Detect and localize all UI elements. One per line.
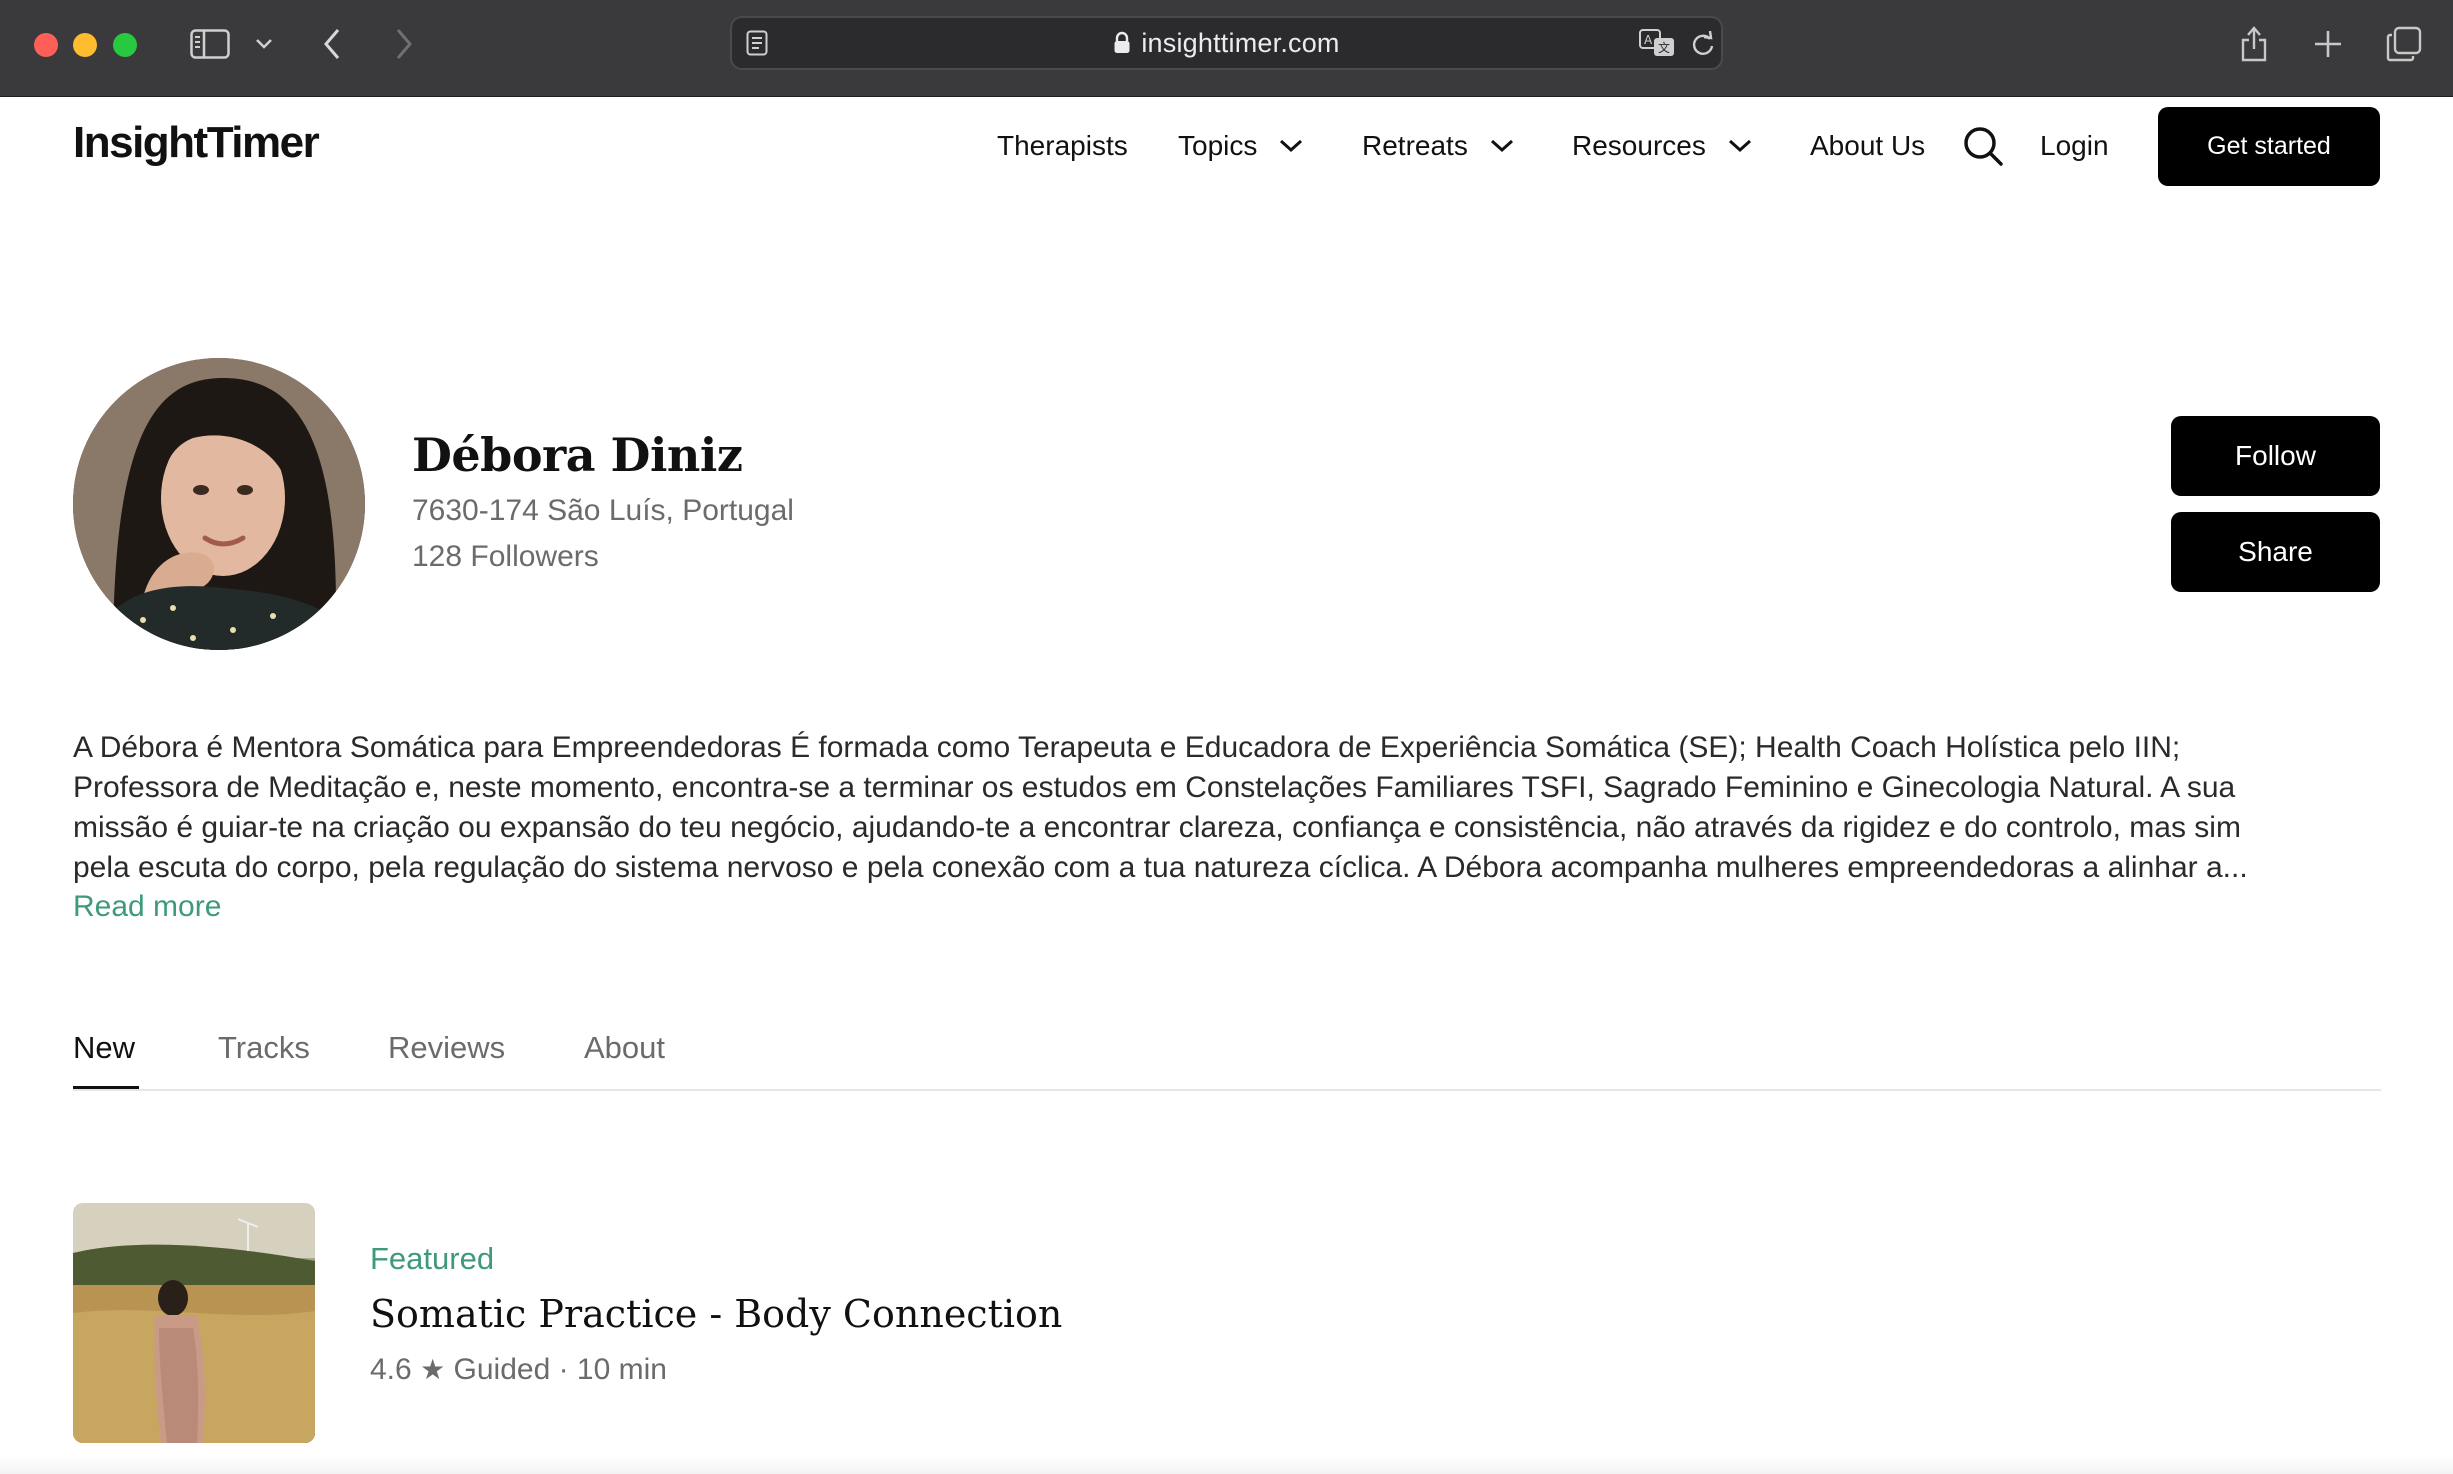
track-type-duration: Guided · 10 min (453, 1353, 667, 1386)
reload-icon[interactable] (1690, 30, 1716, 62)
lock-icon (1114, 31, 1130, 53)
track-featured-badge: Featured (370, 1241, 495, 1276)
tab-tracks-label: Tracks (218, 1030, 310, 1065)
avatar-image (73, 358, 365, 650)
sidebar-toggle-icon[interactable] (188, 22, 232, 66)
nav-about-us-label: About Us (1810, 130, 1926, 161)
chevron-down-icon[interactable] (252, 22, 276, 66)
track-title[interactable]: Somatic Practice - Body Connection (370, 1292, 1062, 1336)
profile-bio: A Débora é Mentora Somática para Empreen… (73, 728, 2383, 888)
nav-resources[interactable]: Resources (1572, 124, 1752, 168)
bio-line: Professora de Meditação e, neste momento… (73, 771, 2236, 804)
address-bar[interactable]: insighttimer.com A文 (730, 16, 1723, 70)
nav-retreats-label: Retreats (1362, 130, 1468, 161)
tab-new[interactable]: New (73, 1030, 135, 1066)
follow-button[interactable]: Follow (2171, 416, 2380, 496)
browser-toolbar: insighttimer.com A文 (0, 0, 2453, 97)
forward-arrow-icon[interactable] (390, 22, 418, 66)
track-thumbnail[interactable] (73, 1203, 315, 1443)
share-icon[interactable] (2236, 22, 2272, 66)
star-icon: ★ (420, 1354, 446, 1385)
nav-therapists[interactable]: Therapists (997, 124, 1128, 168)
get-started-button[interactable]: Get started (2158, 107, 2380, 186)
chevron-down-icon (1728, 139, 1751, 153)
bio-line: missão é guiar-te na criação ou expansão… (73, 811, 2241, 844)
site-logo[interactable]: InsightTimer (73, 118, 320, 168)
nav-about-us[interactable]: About Us (1810, 124, 1925, 168)
get-started-label: Get started (2207, 132, 2331, 160)
share-button[interactable]: Share (2171, 512, 2380, 592)
bio-line: A Débora é Mentora Somática para Empreen… (73, 731, 2181, 764)
profile-name: Débora Diniz (412, 428, 743, 482)
page-bottom-edge (0, 1456, 2453, 1474)
tab-tracks[interactable]: Tracks (218, 1030, 310, 1066)
chevron-down-icon (1280, 139, 1303, 153)
nav-retreats[interactable]: Retreats (1362, 124, 1514, 168)
svg-text:A: A (1644, 33, 1653, 47)
tab-overview-icon[interactable] (2384, 22, 2424, 66)
tabs-divider (73, 1089, 2381, 1091)
profile-location: 7630-174 São Luís, Portugal (412, 494, 794, 527)
search-icon (1964, 127, 2003, 166)
tab-about-label: About (584, 1030, 666, 1065)
tab-new-label: New (73, 1030, 136, 1065)
share-label: Share (2238, 536, 2313, 567)
close-window-button[interactable] (34, 33, 58, 57)
nav-therapists-label: Therapists (997, 130, 1128, 161)
new-tab-icon[interactable] (2310, 22, 2346, 66)
bio-line: pela escuta do corpo, pela regulação do … (73, 851, 2248, 884)
back-arrow-icon[interactable] (318, 22, 346, 66)
avatar (73, 358, 365, 650)
url-display[interactable]: insighttimer.com (732, 18, 1721, 68)
svg-text:文: 文 (1658, 40, 1670, 55)
nav-topics-label: Topics (1178, 130, 1258, 161)
zoom-window-button[interactable] (113, 33, 137, 57)
tab-reviews-label: Reviews (388, 1030, 506, 1065)
minimize-window-button[interactable] (73, 33, 97, 57)
nav-topics[interactable]: Topics (1178, 124, 1303, 168)
nav-resources-label: Resources (1572, 130, 1706, 161)
track-rating: 4.6 (370, 1353, 412, 1386)
track-meta: 4.6 ★ Guided · 10 min (370, 1353, 667, 1387)
tab-about[interactable]: About (584, 1030, 665, 1066)
profile-tabs: New Tracks Reviews About (73, 1030, 2381, 1090)
translate-icon[interactable]: A文 (1638, 28, 1678, 63)
chevron-down-icon (1490, 139, 1513, 153)
login-link[interactable]: Login (2040, 124, 2109, 168)
login-label: Login (2040, 130, 2109, 161)
url-text: insighttimer.com (1141, 27, 1340, 58)
profile-followers: 128 Followers (412, 540, 599, 573)
follow-label: Follow (2235, 440, 2316, 471)
track-thumbnail-image (73, 1203, 315, 1443)
tab-reviews[interactable]: Reviews (388, 1030, 505, 1066)
search-button[interactable] (1962, 124, 2004, 168)
read-more-link[interactable]: Read more (73, 890, 221, 924)
